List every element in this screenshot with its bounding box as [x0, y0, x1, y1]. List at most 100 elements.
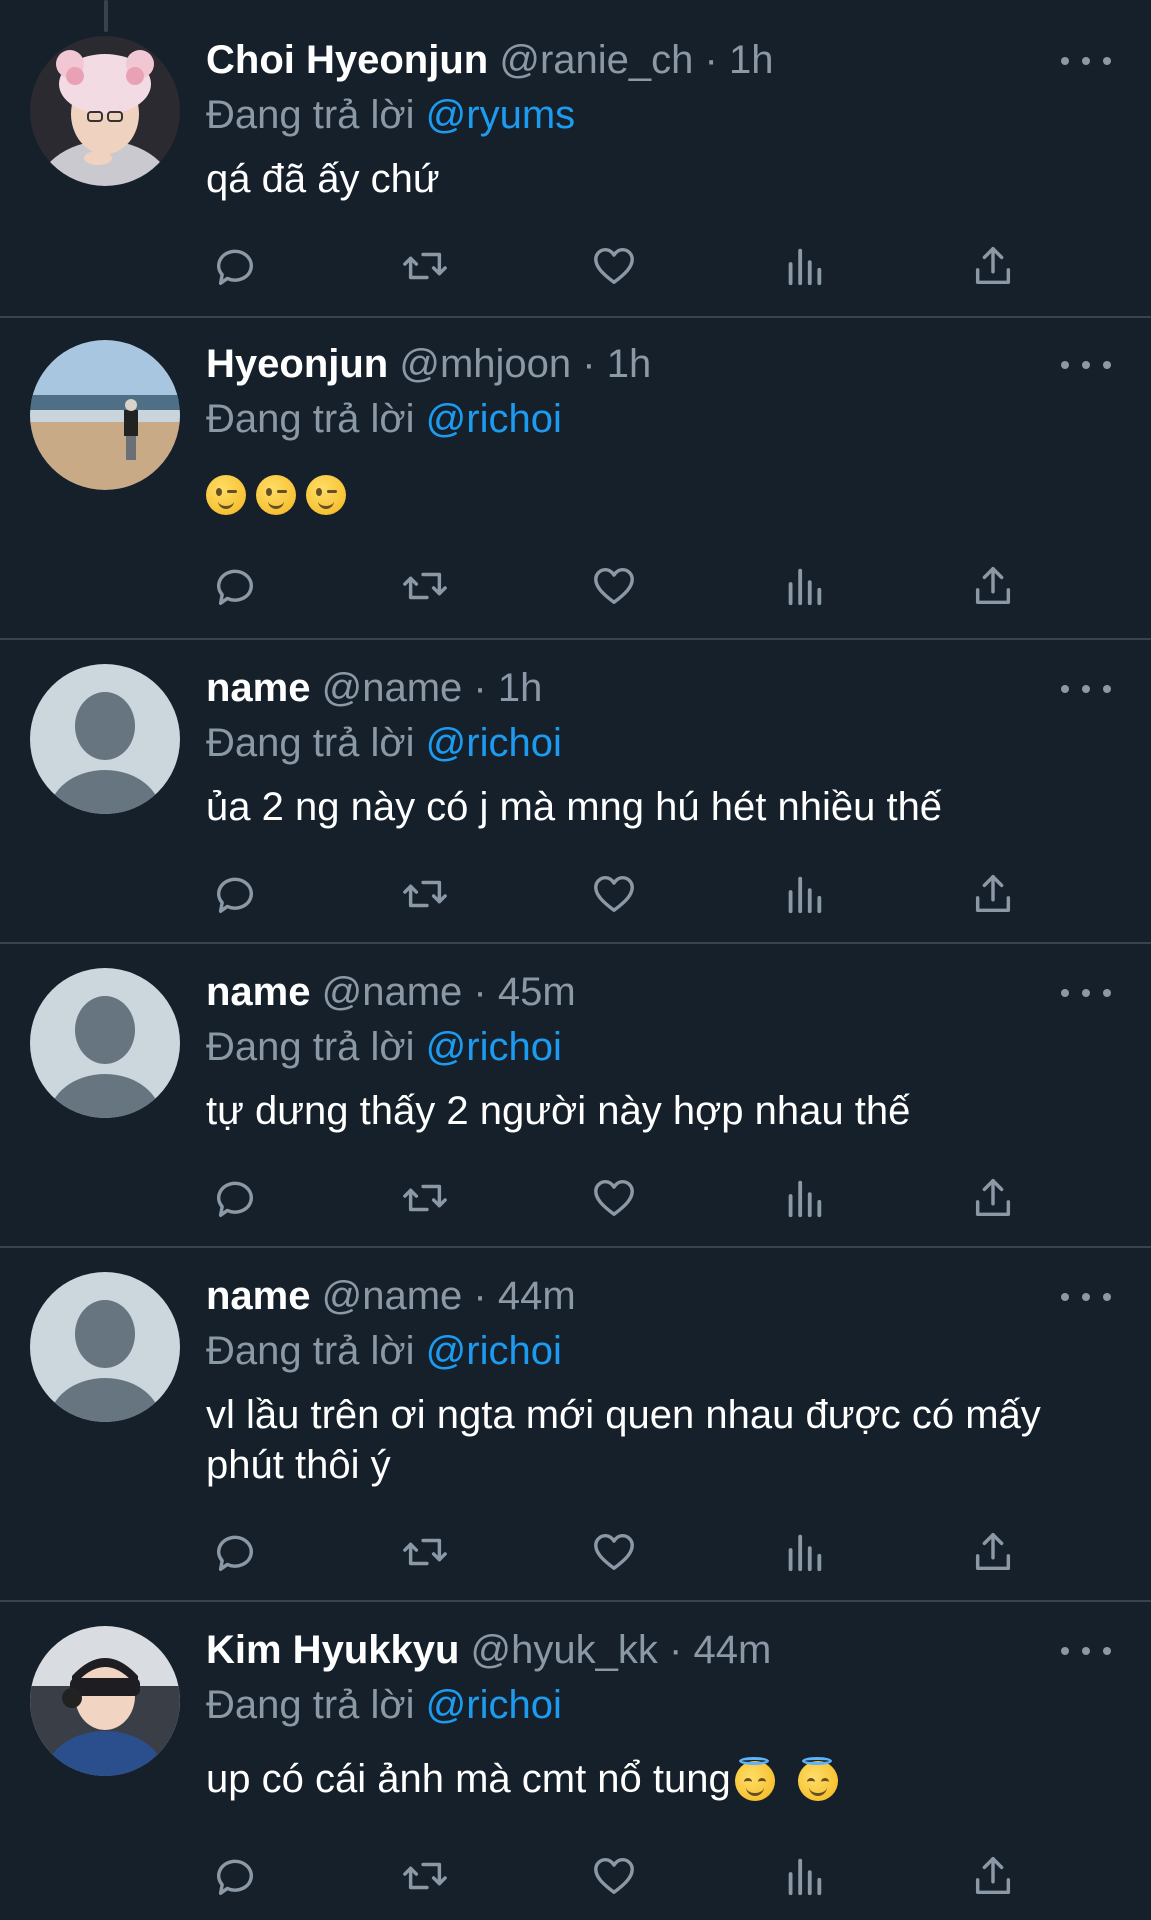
retweet-icon[interactable] [400, 1524, 450, 1580]
share-icon[interactable] [968, 866, 1018, 922]
tweet-text: qá đã ấy chứ [206, 157, 440, 201]
tweet-actions [206, 1170, 1036, 1226]
share-icon[interactable] [968, 1170, 1018, 1226]
tweet-item[interactable]: Hyeonjun @mhjoon · 1h Đang trả lời @rich… [0, 318, 1151, 640]
retweet-icon[interactable] [400, 1848, 450, 1904]
share-icon[interactable] [968, 1524, 1018, 1580]
winking-face-emoji [256, 475, 296, 516]
tweet-header: name @name · 45m [206, 964, 1111, 1020]
tweet-item[interactable]: Choi Hyeonjun @ranie_ch · 1h Đang trả lờ… [0, 0, 1151, 318]
share-icon[interactable] [968, 1848, 1018, 1904]
views-icon[interactable] [779, 1524, 829, 1580]
tweet-text: tự dưng thấy 2 người này hợp nhau thế [206, 1089, 911, 1133]
like-icon[interactable] [589, 1524, 639, 1580]
retweet-icon[interactable] [400, 1170, 450, 1226]
reply-icon[interactable] [210, 1848, 260, 1904]
replying-to-label: Đang trả lời [206, 1683, 415, 1727]
user-handle[interactable]: @hyuk_kk [471, 1628, 658, 1672]
reply-icon[interactable] [210, 1170, 260, 1226]
replying-to: Đang trả lời @richoi [206, 1324, 1111, 1378]
display-name[interactable]: Hyeonjun [206, 342, 388, 386]
more-icon[interactable] [1061, 674, 1111, 704]
replying-to-label: Đang trả lời [206, 1025, 415, 1069]
tweet-header: Choi Hyeonjun @ranie_ch · 1h [206, 32, 1111, 88]
timestamp[interactable]: 1h [607, 342, 652, 386]
views-icon[interactable] [779, 1848, 829, 1904]
more-icon[interactable] [1061, 350, 1111, 380]
views-icon[interactable] [779, 1170, 829, 1226]
replying-to-label: Đang trả lời [206, 397, 415, 441]
replying-to-label: Đang trả lời [206, 1329, 415, 1373]
separator-dot: · [473, 970, 487, 1014]
tweet-item[interactable]: Kim Hyukkyu @hyuk_kk · 44m Đang trả lời … [0, 1602, 1151, 1920]
user-handle[interactable]: @name [322, 1274, 463, 1318]
tweet-header: name @name · 44m [206, 1268, 1111, 1324]
timestamp[interactable]: 44m [693, 1628, 771, 1672]
replying-to-label: Đang trả lời [206, 93, 415, 137]
separator-dot: · [582, 342, 596, 386]
tweet-item[interactable]: name @name · 1h Đang trả lời @richoi ủa … [0, 640, 1151, 944]
user-handle[interactable]: @mhjoon [399, 342, 571, 386]
avatar[interactable] [30, 664, 180, 814]
more-icon[interactable] [1061, 978, 1111, 1008]
tweet-actions [206, 1848, 1036, 1904]
winking-face-emoji [306, 475, 346, 516]
avatar[interactable] [30, 968, 180, 1118]
avatar[interactable] [30, 36, 180, 186]
mention-link[interactable]: @richoi [426, 1025, 562, 1069]
replying-to: Đang trả lời @richoi [206, 1678, 1111, 1732]
display-name[interactable]: name [206, 1274, 311, 1318]
reply-icon[interactable] [210, 1524, 260, 1580]
mention-link[interactable]: @richoi [426, 1329, 562, 1373]
retweet-icon[interactable] [400, 558, 450, 614]
tweet-header: name @name · 1h [206, 660, 1111, 716]
like-icon[interactable] [589, 866, 639, 922]
retweet-icon[interactable] [400, 238, 450, 294]
replying-to: Đang trả lời @richoi [206, 716, 1111, 770]
avatar[interactable] [30, 1626, 180, 1776]
user-handle[interactable]: @name [322, 970, 463, 1014]
like-icon[interactable] [589, 1848, 639, 1904]
user-handle[interactable]: @name [322, 666, 463, 710]
mention-link[interactable]: @richoi [426, 721, 562, 765]
tweet-actions [206, 558, 1036, 614]
more-icon[interactable] [1061, 1282, 1111, 1312]
avatar[interactable] [30, 340, 180, 490]
views-icon[interactable] [779, 866, 829, 922]
mention-link[interactable]: @richoi [426, 1683, 562, 1727]
like-icon[interactable] [589, 1170, 639, 1226]
display-name[interactable]: name [206, 666, 311, 710]
avatar[interactable] [30, 1272, 180, 1422]
like-icon[interactable] [589, 558, 639, 614]
tweet-text: up có cái ảnh mà cmt nổ tung [206, 1754, 1111, 1804]
tweet-item[interactable]: name @name · 45m Đang trả lời @richoi tự… [0, 944, 1151, 1248]
timestamp[interactable]: 44m [498, 1274, 576, 1318]
timestamp[interactable]: 1h [498, 666, 543, 710]
more-icon[interactable] [1061, 1636, 1111, 1666]
like-icon[interactable] [589, 238, 639, 294]
more-icon[interactable] [1061, 46, 1111, 76]
tweet-actions [206, 866, 1036, 922]
timestamp[interactable]: 1h [729, 38, 774, 82]
display-name[interactable]: Choi Hyeonjun [206, 38, 488, 82]
share-icon[interactable] [968, 558, 1018, 614]
reply-icon[interactable] [210, 558, 260, 614]
views-icon[interactable] [779, 238, 829, 294]
tweet-item[interactable]: name @name · 44m Đang trả lời @richoi vl… [0, 1248, 1151, 1602]
tweet-actions [206, 238, 1036, 294]
tweet-text: vl lầu trên ơi ngta mới quen nhau được c… [206, 1393, 1041, 1487]
separator-dot: · [704, 38, 718, 82]
share-icon[interactable] [968, 238, 1018, 294]
mention-link[interactable]: @richoi [426, 397, 562, 441]
reply-icon[interactable] [210, 866, 260, 922]
retweet-icon[interactable] [400, 866, 450, 922]
mention-link[interactable]: @ryums [426, 93, 576, 137]
display-name[interactable]: Kim Hyukkyu [206, 1628, 459, 1672]
separator-dot: · [473, 1274, 487, 1318]
tweet-text [206, 468, 1111, 518]
reply-icon[interactable] [210, 238, 260, 294]
display-name[interactable]: name [206, 970, 311, 1014]
user-handle[interactable]: @ranie_ch [499, 38, 693, 82]
timestamp[interactable]: 45m [498, 970, 576, 1014]
views-icon[interactable] [779, 558, 829, 614]
